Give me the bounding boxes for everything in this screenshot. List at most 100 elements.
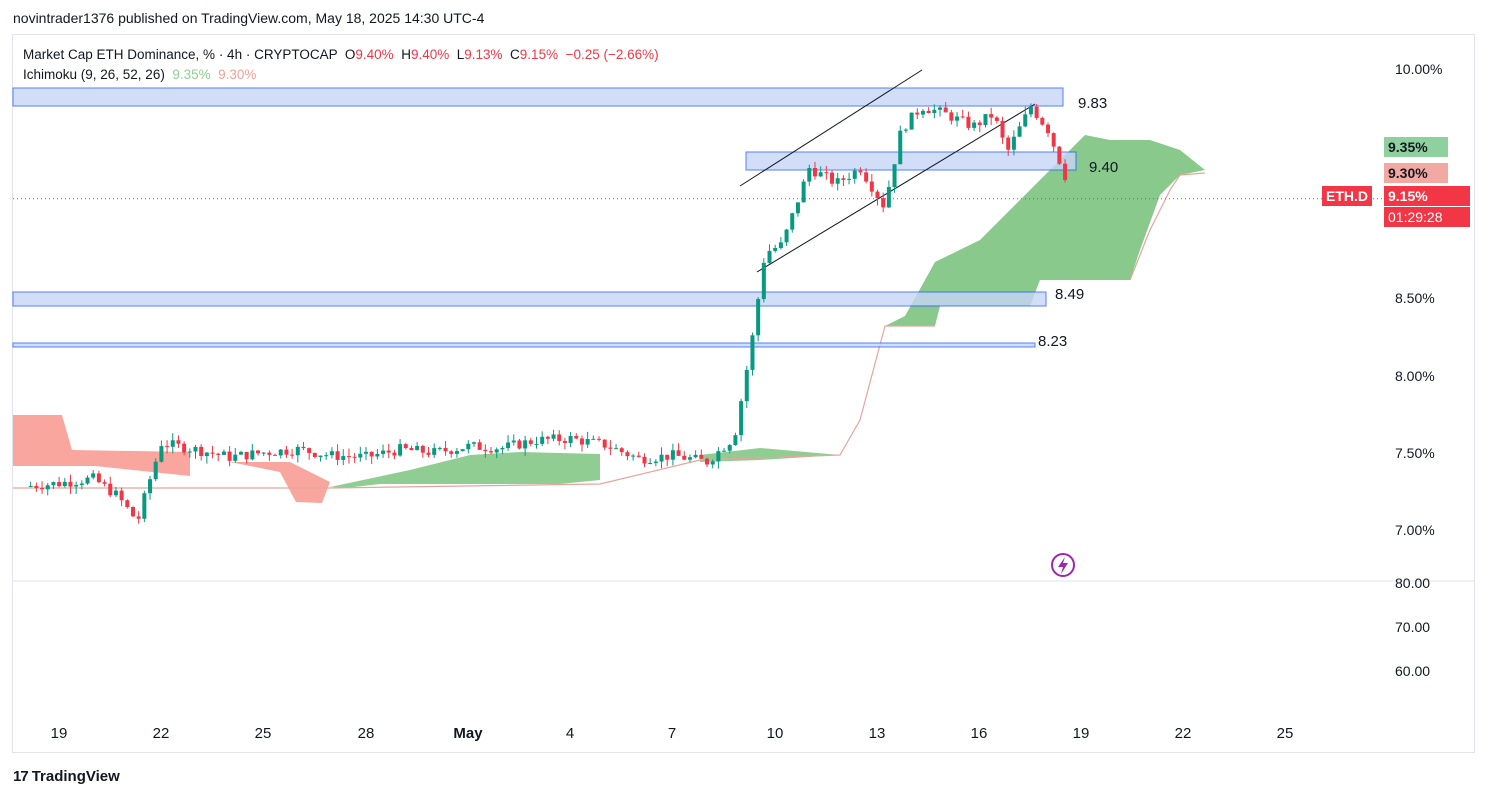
candle-up	[784, 229, 789, 243]
candle-up	[722, 450, 727, 452]
candle-up	[886, 187, 891, 208]
zone-983	[12, 87, 1064, 107]
candle-up	[710, 461, 715, 465]
candle-down	[369, 451, 374, 457]
candle-up	[170, 440, 175, 447]
candle-down	[682, 455, 687, 460]
candle-down	[602, 439, 607, 448]
candle-down	[824, 172, 829, 174]
candle-up	[318, 455, 323, 457]
cloud-bull-segment	[330, 452, 600, 488]
candle-down	[136, 516, 141, 519]
candle-down	[875, 191, 880, 199]
date-tick: 25	[1276, 725, 1294, 742]
indicator-value-1: 9.35%	[172, 67, 211, 82]
candle-up	[437, 447, 442, 449]
candle-down	[449, 451, 454, 454]
chart-legend: Market Cap ETH Dominance, % · 4h · CRYPT…	[23, 47, 659, 82]
candle-up	[818, 172, 823, 177]
lightning-icon-bolt	[1058, 557, 1068, 574]
candle-up	[204, 452, 209, 457]
candle-down	[1051, 133, 1056, 147]
candle-down	[443, 447, 448, 452]
candle-down	[966, 116, 971, 128]
candle-up	[1011, 136, 1016, 150]
date-tick: 13	[868, 725, 886, 742]
date-tick: 10	[766, 725, 784, 742]
zone-823	[12, 342, 1036, 348]
candle-up	[670, 450, 675, 460]
candle-down	[1040, 117, 1045, 125]
candle-up	[585, 439, 590, 445]
candle-up	[1028, 106, 1033, 115]
candle-up	[568, 436, 573, 443]
date-tick: 19	[50, 725, 68, 742]
candle-down	[165, 446, 170, 448]
candle-down	[1057, 146, 1062, 164]
candle-up	[381, 450, 386, 454]
candle-up	[938, 107, 943, 110]
candle-up	[233, 454, 238, 461]
level-label-849: 8.49	[1055, 286, 1085, 303]
candle-down	[352, 456, 357, 458]
date-tick: May	[453, 725, 483, 742]
candle-up	[85, 477, 90, 484]
candle-up	[767, 250, 772, 263]
candle-up	[852, 170, 857, 179]
candle-down	[256, 450, 261, 454]
candle-up	[466, 443, 471, 450]
candle-down	[57, 482, 62, 487]
legend-close: 9.15%	[519, 47, 559, 62]
candle-up	[187, 451, 192, 453]
candle-up	[739, 401, 744, 436]
candle-down	[346, 456, 351, 458]
candle-down	[699, 454, 704, 459]
price-tick: 7.00%	[1395, 522, 1435, 538]
candle-up	[193, 446, 198, 452]
legend-change: −0.25 (−2.66%)	[565, 47, 659, 62]
candle-down	[858, 170, 863, 173]
candle-down	[386, 450, 391, 453]
candle-up	[983, 114, 988, 126]
candle-up	[614, 448, 619, 450]
candle-down	[392, 452, 397, 456]
candle-down	[409, 448, 414, 451]
candle-up	[74, 485, 79, 487]
cloud-bear-segment	[230, 462, 330, 503]
date-tick: 28	[357, 725, 375, 742]
candle-down	[676, 450, 681, 456]
candle-up	[51, 482, 56, 486]
candle-up	[727, 445, 732, 451]
candle-up	[329, 451, 334, 456]
volume-tick: 60.00	[1395, 663, 1431, 679]
candle-down	[477, 442, 482, 450]
candle-down	[96, 473, 101, 483]
candle-down	[34, 485, 39, 489]
date-tick: 7	[667, 725, 677, 742]
candle-down	[335, 451, 340, 460]
candle-down	[199, 446, 204, 457]
candle-down	[926, 110, 931, 114]
candle-up	[295, 446, 300, 456]
candle-down	[290, 454, 295, 456]
candle-down	[130, 506, 135, 517]
candle-up	[761, 262, 766, 300]
candle-up	[534, 443, 539, 445]
chart-canvas[interactable]	[0, 0, 1488, 799]
volume-tick: 70.00	[1395, 619, 1431, 635]
ichimoku-b-tag: 9.30%	[1384, 163, 1448, 183]
candle-up	[693, 454, 698, 458]
candle-down	[182, 443, 187, 453]
chart-overlays	[13, 198, 1474, 582]
candle-down	[625, 452, 630, 457]
candle-up	[631, 455, 636, 457]
candle-up	[807, 168, 812, 182]
candle-down	[636, 455, 641, 457]
candle-down	[420, 446, 425, 453]
candle-down	[830, 172, 835, 184]
candle-down	[307, 448, 312, 453]
lightning-icon	[1051, 553, 1075, 577]
candle-up	[511, 440, 516, 443]
candle-down	[312, 452, 317, 457]
candle-down	[881, 198, 886, 208]
